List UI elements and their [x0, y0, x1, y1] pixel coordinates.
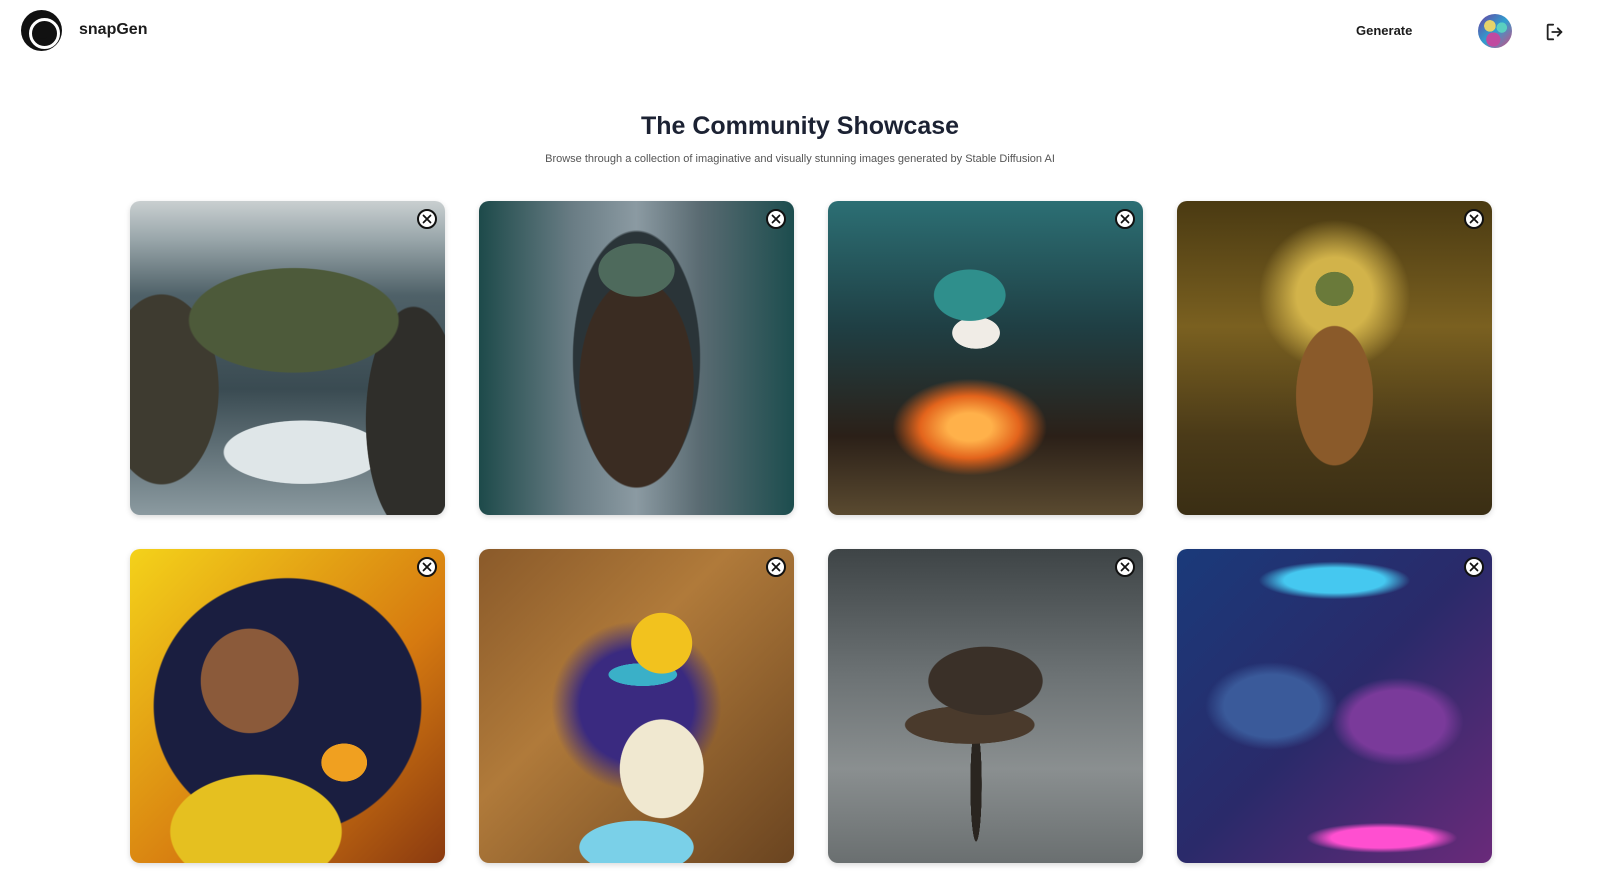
gallery-card[interactable] — [828, 201, 1143, 515]
gallery-card[interactable] — [479, 549, 794, 863]
page-title: The Community Showcase — [640, 112, 960, 140]
page-subtitle: Browse through a collection of imaginati… — [545, 153, 1055, 165]
close-circle-icon[interactable] — [1115, 209, 1135, 229]
gallery-image[interactable] — [1177, 201, 1492, 515]
close-circle-icon[interactable] — [766, 209, 786, 229]
close-circle-icon[interactable] — [766, 557, 786, 577]
close-circle-icon[interactable] — [1464, 209, 1484, 229]
gallery-image[interactable] — [479, 201, 794, 515]
user-avatar[interactable] — [1478, 14, 1512, 48]
close-circle-icon[interactable] — [1464, 557, 1484, 577]
gallery-image[interactable] — [130, 549, 445, 863]
gallery-image[interactable] — [130, 201, 445, 515]
nav-generate-link[interactable]: Generate — [1356, 23, 1412, 38]
logout-icon[interactable] — [1544, 21, 1566, 43]
gallery-card[interactable] — [1177, 201, 1492, 515]
gallery-card[interactable] — [130, 549, 445, 863]
gallery-image[interactable] — [828, 201, 1143, 515]
close-circle-icon[interactable] — [417, 209, 437, 229]
gallery-card[interactable] — [479, 201, 794, 515]
aperture-logo-icon[interactable] — [21, 10, 62, 51]
close-circle-icon[interactable] — [417, 557, 437, 577]
gallery-image[interactable] — [1177, 549, 1492, 863]
top-nav: snapGen Generate — [0, 0, 1600, 62]
image-gallery — [130, 201, 1493, 863]
gallery-card[interactable] — [1177, 549, 1492, 863]
gallery-image[interactable] — [479, 549, 794, 863]
gallery-card[interactable] — [130, 201, 445, 515]
gallery-card[interactable] — [828, 549, 1143, 863]
gallery-image[interactable] — [828, 549, 1143, 863]
close-circle-icon[interactable] — [1115, 557, 1135, 577]
brand-name[interactable]: snapGen — [79, 21, 147, 39]
